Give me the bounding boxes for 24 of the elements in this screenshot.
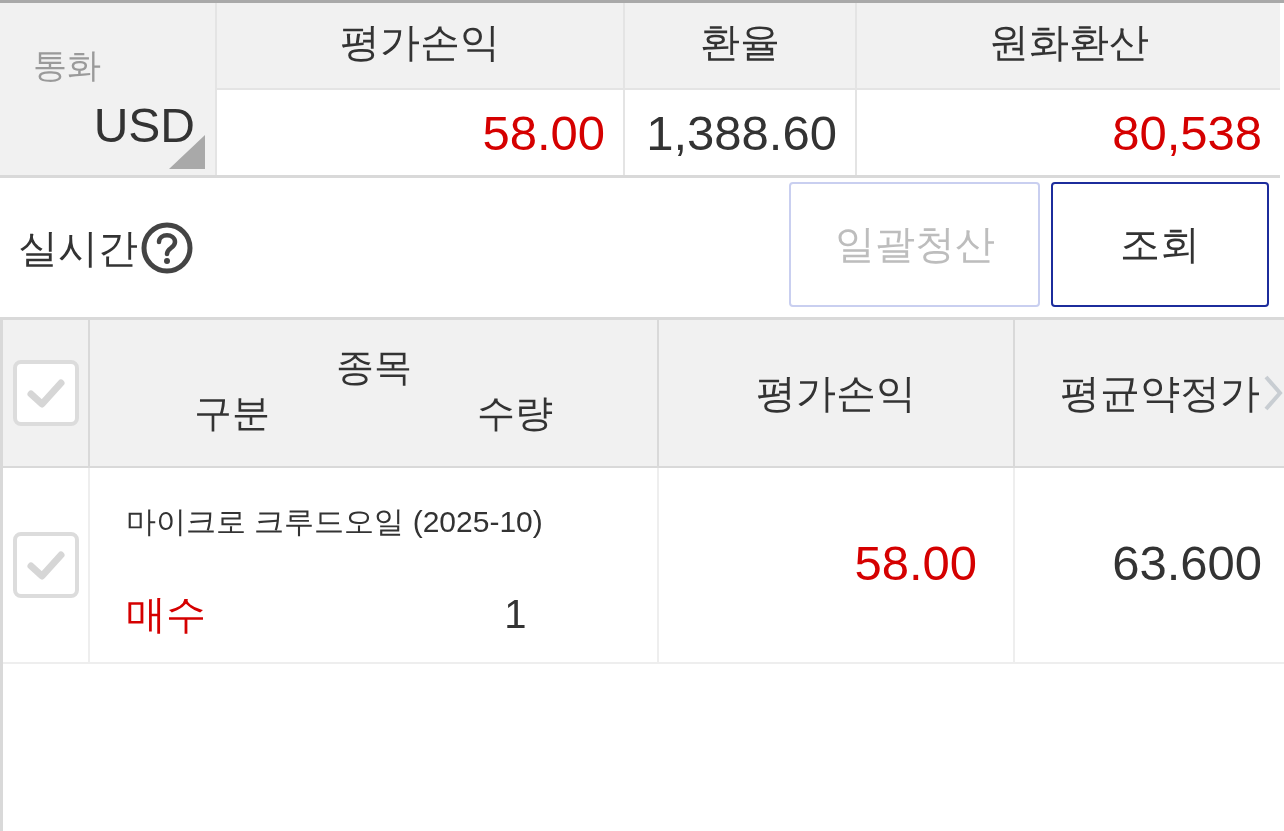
summary-value: 1,388.60 [623,88,855,175]
column-header: 구분 [193,393,270,435]
help-icon[interactable] [141,221,193,274]
quantity-value: 1 [504,591,527,638]
currency-label: 통화 [33,47,101,85]
trade-side: 매수 [126,591,206,638]
column-header: 수량 [477,393,554,435]
column-header: 평균약정가 [1060,369,1260,417]
summary-value: 58.00 [215,88,623,175]
query-button[interactable]: 조회 [1051,182,1269,307]
select-all-checkbox[interactable] [12,360,79,426]
pnl-value: 58.00 [657,468,1013,662]
average-price: 63.600 [1013,468,1284,662]
column-header: 환율 [623,3,855,88]
chevron-right-icon[interactable] [1262,373,1284,413]
currency-value[interactable]: USD [93,102,195,151]
summary-value: 80,538 [855,88,1280,175]
instrument-name: 마이크로 크루드오일 (2025-10) [126,504,543,540]
column-header: 평가손익 [215,3,623,88]
realtime-label: 실시간 [18,224,138,272]
column-header: 종목 [335,347,412,389]
column-header: 원화환산 [855,3,1280,88]
column-header: 평가손익 [756,369,916,417]
row-checkbox[interactable] [12,532,79,598]
